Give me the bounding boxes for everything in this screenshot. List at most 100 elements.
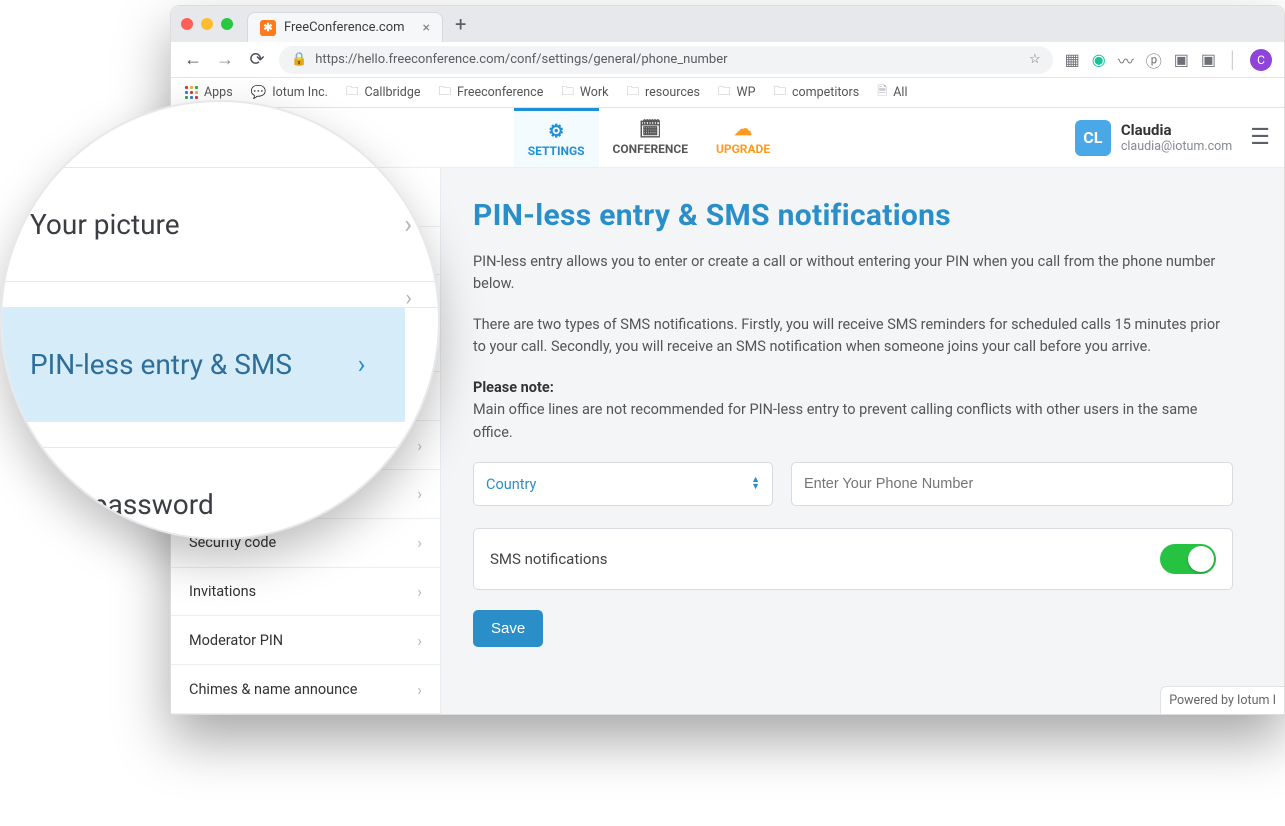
bookmark-work[interactable]: 🗀Work	[561, 82, 608, 103]
apps-label: Apps	[204, 85, 233, 100]
maximize-window-icon[interactable]	[221, 18, 233, 30]
form-row: Country ▲▼	[473, 462, 1233, 506]
browser-tab[interactable]: ✱ FreeConference.com ×	[247, 12, 443, 42]
extension-icon[interactable]: ▦	[1065, 50, 1080, 69]
powered-by-badge: Powered by Iotum I	[1160, 686, 1284, 714]
sidebar-item-label: Invitations	[189, 583, 256, 600]
tab-conference[interactable]: 🗓 CONFERENCE	[599, 108, 702, 167]
extension-grammarly-icon[interactable]: ◉	[1092, 50, 1106, 69]
url-text: https://hello.freeconference.com/conf/se…	[315, 52, 1021, 67]
lock-icon: 🔒	[291, 52, 307, 67]
note-label: Please note:	[473, 379, 554, 396]
magnifier-overlay: Your picture › › PIN-less entry & SMS › …	[0, 100, 440, 540]
note-paragraph: Please note: Main office lines are not r…	[473, 377, 1233, 444]
chevron-right-icon: ›	[358, 350, 366, 380]
sms-toggle-label: SMS notifications	[490, 550, 607, 568]
tab-conference-label: CONFERENCE	[613, 142, 688, 156]
bookmark-competitors[interactable]: 🗀competitors	[773, 82, 859, 103]
sms-toggle-row: SMS notifications	[473, 528, 1233, 590]
magnifier-row-pinless[interactable]: PIN-less entry & SMS ›	[0, 308, 405, 422]
gear-icon: ⚙	[548, 121, 564, 142]
extension-icon-3[interactable]: ▣	[1174, 50, 1189, 69]
magnifier-cropped-row: ›	[0, 422, 440, 448]
sms-toggle[interactable]	[1160, 544, 1216, 574]
magnifier-row-password[interactable]: ur password ›	[0, 448, 405, 540]
magnifier-row-picture[interactable]: Your picture ›	[0, 168, 440, 282]
intro-paragraph-1: PIN-less entry allows you to enter or cr…	[473, 251, 1233, 296]
close-window-icon[interactable]	[181, 18, 193, 30]
chevron-right-icon: ›	[417, 680, 422, 699]
address-bar: ← → ⟳ 🔒 https://hello.freeconference.com…	[171, 42, 1284, 78]
user-block[interactable]: CL Claudia claudia@iotum.com ☰	[1075, 108, 1284, 167]
tab-upgrade[interactable]: ☁ UPGRADE	[702, 108, 784, 167]
folder-icon: 🗀	[561, 82, 574, 103]
magnifier-cropped-row: ›	[0, 282, 440, 308]
back-button[interactable]: ←	[183, 49, 203, 70]
country-select-label: Country	[486, 476, 536, 493]
folder-icon: 🗀	[626, 82, 639, 103]
apps-shortcut[interactable]: Apps	[185, 85, 233, 100]
tab-title: FreeConference.com	[284, 20, 405, 35]
tab-favicon-icon: ✱	[260, 20, 276, 36]
tab-settings-label: SETTINGS	[528, 144, 585, 158]
folder-icon: 🗀	[718, 82, 731, 103]
apps-icon	[185, 86, 198, 99]
minimize-window-icon[interactable]	[201, 18, 213, 30]
magnifier-row-label: ur password	[30, 488, 214, 521]
toggle-knob	[1188, 546, 1214, 572]
magnifier-row-label: Your picture	[30, 208, 180, 241]
close-tab-icon[interactable]: ×	[423, 20, 430, 36]
save-button[interactable]: Save	[473, 610, 543, 647]
magnifier-cropped-row	[0, 142, 440, 168]
magnifier-row-label: PIN-less entry & SMS	[30, 348, 292, 381]
select-caret-icon: ▲▼	[751, 477, 760, 491]
bookmark-callbridge[interactable]: 🗀Callbridge	[346, 82, 421, 103]
window-controls[interactable]	[181, 18, 233, 30]
toolbar-icons: ▦ ◉ 〰 ⓟ ▣ ▣ │ C	[1065, 48, 1272, 72]
sidebar-item-label: Chimes & name announce	[189, 681, 357, 698]
bookmark-iotum[interactable]: 💬Iotum Inc.	[251, 85, 328, 100]
extension-pinterest-icon[interactable]: ⓟ	[1146, 48, 1162, 72]
user-avatar: CL	[1075, 120, 1111, 156]
user-email: claudia@iotum.com	[1121, 139, 1232, 154]
document-icon: 🗎	[877, 82, 887, 103]
chevron-right-icon: ›	[404, 210, 412, 240]
bookmark-all[interactable]: 🗎All	[877, 82, 907, 103]
folder-icon: 🗀	[438, 82, 451, 103]
chevron-right-icon: ›	[405, 286, 412, 311]
content-panel: PIN-less entry & SMS notifications PIN-l…	[441, 168, 1284, 714]
tab-bar: ✱ FreeConference.com × +	[171, 6, 1284, 42]
sidebar-item-chimes[interactable]: Chimes & name announce ›	[171, 665, 440, 714]
folder-icon: 🗀	[346, 82, 359, 103]
user-name: Claudia	[1121, 121, 1232, 139]
url-input[interactable]: 🔒 https://hello.freeconference.com/conf/…	[279, 46, 1053, 74]
new-tab-button[interactable]: +	[455, 12, 466, 36]
tab-upgrade-label: UPGRADE	[716, 142, 770, 156]
bookmark-freeconference[interactable]: 🗀Freeconference	[438, 82, 543, 103]
forward-button[interactable]: →	[215, 49, 235, 70]
page-title: PIN-less entry & SMS notifications	[473, 198, 1254, 233]
country-select[interactable]: Country ▲▼	[473, 462, 773, 506]
phone-input[interactable]	[791, 462, 1233, 506]
bookmark-star-icon[interactable]: ☆	[1029, 52, 1041, 67]
tab-settings[interactable]: ⚙ SETTINGS	[514, 108, 599, 167]
chat-icon: 💬	[251, 85, 267, 100]
chevron-right-icon: ›	[417, 582, 422, 601]
profile-avatar[interactable]: C	[1250, 49, 1272, 71]
note-body: Main office lines are not recommended fo…	[473, 401, 1198, 440]
chevron-right-icon: ›	[358, 490, 366, 520]
sidebar-item-moderator-pin[interactable]: Moderator PIN›	[171, 616, 440, 665]
bookmark-resources[interactable]: 🗀resources	[626, 82, 699, 103]
sidebar-item-invitations[interactable]: Invitations ›	[171, 568, 440, 617]
reload-button[interactable]: ⟳	[247, 49, 267, 70]
cloud-up-icon: ☁	[734, 119, 752, 140]
folder-icon: 🗀	[773, 82, 786, 103]
extension-camera-icon[interactable]: ▣	[1201, 50, 1216, 69]
extension-icon-2[interactable]: 〰	[1118, 48, 1134, 72]
menu-icon[interactable]: ☰	[1250, 125, 1270, 150]
calendar-icon: 🗓	[639, 119, 662, 140]
bookmark-wp[interactable]: 🗀WP	[718, 82, 756, 103]
sidebar-item-label: Moderator PIN	[189, 632, 283, 649]
chevron-right-icon: ›	[405, 426, 412, 451]
intro-paragraph-2: There are two types of SMS notifications…	[473, 314, 1233, 359]
